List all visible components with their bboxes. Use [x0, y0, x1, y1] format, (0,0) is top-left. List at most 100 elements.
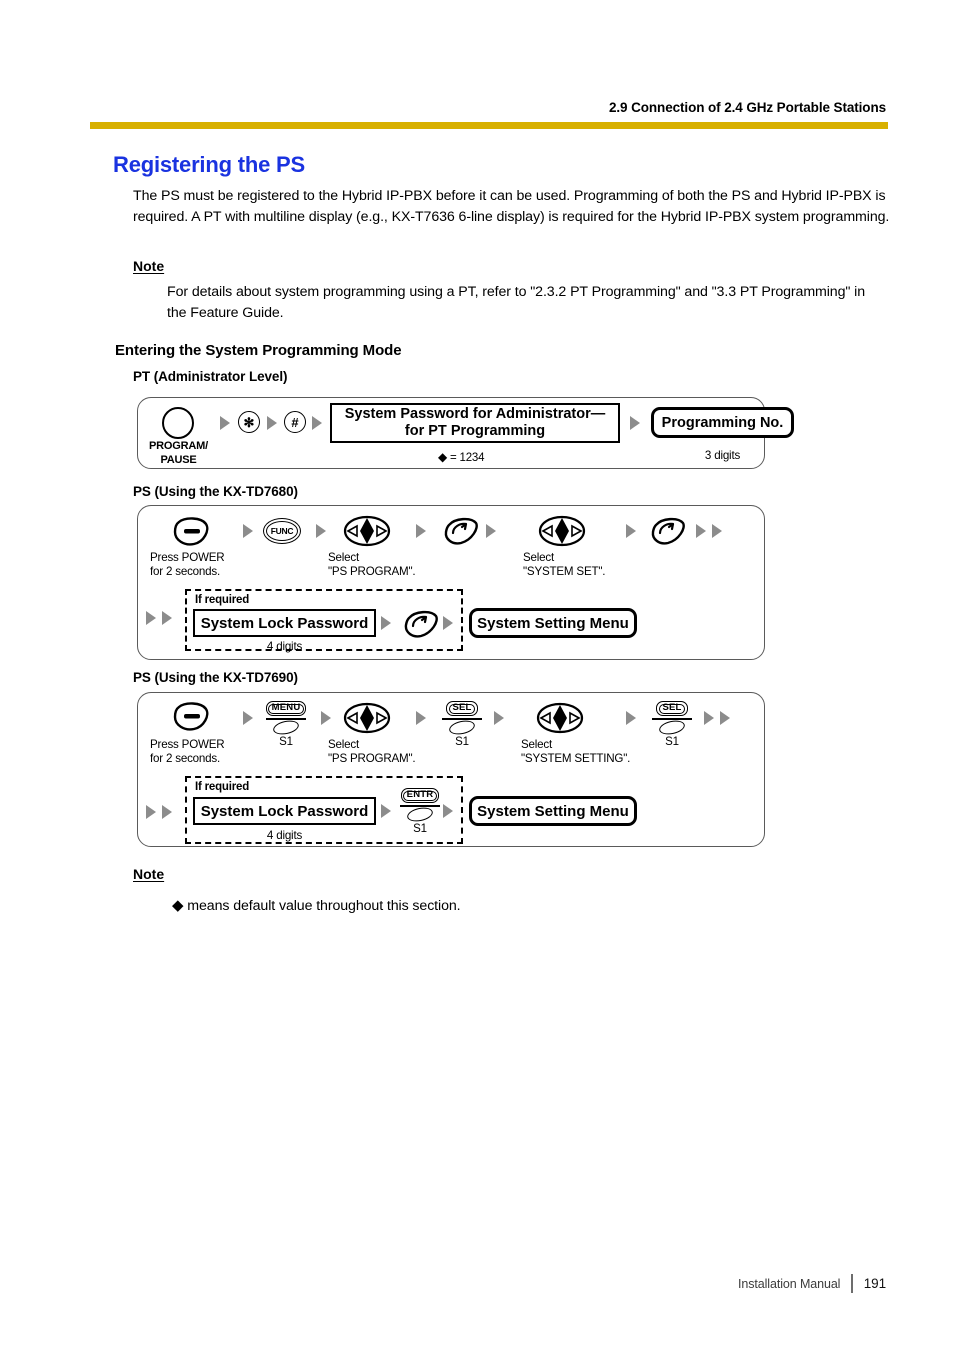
softkey-oval-icon — [271, 718, 301, 737]
flow-arrow-icon — [630, 416, 640, 430]
power-caption-7690: Press POWER for 2 seconds. — [150, 738, 225, 765]
select-system-set-caption: Select "SYSTEM SET". — [523, 551, 606, 578]
system-setting-menu-box-7690: System Setting Menu — [469, 796, 637, 826]
star-key-icon: ✻ — [238, 411, 260, 433]
section-heading: Entering the System Programming Mode — [115, 342, 402, 359]
subheading-pt: PT (Administrator Level) — [133, 369, 288, 384]
softkey-s1-label: S1 — [413, 822, 427, 835]
programming-no-box: Programming No. — [651, 407, 794, 438]
flow-arrow-icon — [704, 711, 714, 725]
select-ps-program-caption-7690: Select "PS PROGRAM". — [328, 738, 416, 765]
menu-softkey-icon: MENU S1 — [260, 697, 312, 748]
note-label-top: Note — [133, 258, 165, 274]
flow-arrow-icon — [381, 616, 391, 630]
sel-softkey-label: SEL — [446, 701, 478, 716]
sel-softkey-icon: SEL S1 — [646, 697, 698, 748]
func-key-icon: FUNC — [263, 518, 301, 544]
diamond-glyph-icon: ◆ — [438, 450, 448, 464]
flow-arrow-icon — [720, 711, 730, 725]
softkey-rule — [652, 718, 692, 720]
system-setting-menu-box-7680: System Setting Menu — [469, 608, 637, 638]
password-default-value: = 1234 — [450, 452, 485, 464]
softkey-oval-icon — [447, 718, 477, 737]
flow-arrow-icon — [220, 416, 230, 430]
flow-arrow-icon — [712, 524, 722, 538]
talk-key-icon — [651, 517, 685, 545]
system-lock-password-box-7680: System Lock Password — [193, 609, 376, 637]
navigator-key-icon — [536, 702, 584, 734]
diagram-pt: PROGRAM/ PAUSE ✻ # System Password for A… — [137, 397, 794, 469]
system-lock-password-caption-7690: 4 digits — [266, 829, 303, 842]
power-key-icon — [173, 702, 209, 731]
softkey-s1-label: S1 — [665, 735, 679, 748]
programming-no-caption: 3 digits — [704, 449, 741, 462]
entr-softkey-label: ENTR — [400, 788, 440, 803]
footer-manual-label: Installation Manual — [738, 1276, 841, 1291]
flow-arrow-icon — [267, 416, 277, 430]
menu-softkey-label: MENU — [265, 701, 307, 716]
power-caption-7680: Press POWER for 2 seconds. — [150, 551, 225, 578]
flow-arrow-icon — [494, 711, 504, 725]
flow-arrow-icon — [321, 711, 331, 725]
subheading-ps7680: PS (Using the KX-TD7680) — [133, 484, 298, 499]
talk-key-icon — [404, 610, 438, 638]
password-entry-box: System Password for Administrator— for P… — [330, 403, 620, 443]
diagram-ps7690: Press POWER for 2 seconds. MENU S1 Selec… — [137, 692, 765, 847]
sel-softkey-label: SEL — [656, 701, 688, 716]
softkey-rule — [400, 805, 440, 807]
flow-arrow-icon — [443, 616, 453, 630]
diamond-glyph-icon: ◆ — [172, 897, 184, 914]
header-rule — [90, 122, 888, 129]
softkey-oval-icon — [405, 805, 435, 824]
flow-arrow-icon — [696, 524, 706, 538]
note-text-bottom: ◆ means default value throughout this se… — [172, 896, 461, 917]
flow-arrow-icon — [316, 524, 326, 538]
program-pause-label: PROGRAM/ PAUSE — [149, 440, 208, 466]
note-bottom-text: means default value throughout this sect… — [187, 898, 461, 914]
intro-paragraph: The PS must be registered to the Hybrid … — [133, 188, 890, 225]
subheading-ps7690: PS (Using the KX-TD7690) — [133, 670, 298, 685]
page-footer: Installation Manual 191 — [738, 1274, 886, 1293]
softkey-rule — [442, 718, 482, 720]
navigator-key-icon — [538, 515, 586, 547]
flow-arrow-icon — [381, 804, 391, 818]
softkey-oval-icon — [657, 718, 687, 737]
document-page: 2.9 Connection of 2.4 GHz Portable Stati… — [0, 0, 954, 1351]
flow-arrow-icon — [486, 524, 496, 538]
flow-arrow-icon — [416, 524, 426, 538]
if-required-label-7680: If required — [195, 594, 250, 606]
flow-arrow-icon — [146, 611, 156, 625]
navigator-key-icon — [343, 515, 391, 547]
flow-arrow-icon — [162, 611, 172, 625]
select-ps-program-caption-7680: Select "PS PROGRAM". — [328, 551, 416, 578]
softkey-s1-label: S1 — [279, 735, 293, 748]
softkey-s1-label: S1 — [455, 735, 469, 748]
flow-arrow-icon — [312, 416, 322, 430]
note-text-top: For details about system programming usi… — [167, 284, 866, 321]
navigator-key-icon — [343, 702, 391, 734]
flow-arrow-icon — [626, 711, 636, 725]
password-default-caption: ◆ = 1234 — [438, 450, 485, 464]
page-header-section: 2.9 Connection of 2.4 GHz Portable Stati… — [609, 100, 886, 115]
flow-arrow-icon — [162, 805, 172, 819]
if-required-label-7690: If required — [195, 781, 250, 793]
footer-divider — [851, 1274, 853, 1293]
talk-key-icon — [444, 517, 478, 545]
footer-page-number: 191 — [863, 1276, 886, 1291]
flow-arrow-icon — [626, 524, 636, 538]
sel-softkey-icon: SEL S1 — [436, 697, 488, 748]
hash-key-icon: # — [284, 411, 306, 433]
flow-arrow-icon — [443, 804, 453, 818]
system-lock-password-caption-7680: 4 digits — [266, 640, 303, 653]
program-pause-button-icon — [162, 407, 194, 439]
flow-arrow-icon — [416, 711, 426, 725]
flow-arrow-icon — [243, 524, 253, 538]
diagram-ps7680: Press POWER for 2 seconds. FUNC Select "… — [137, 505, 765, 660]
power-key-icon — [173, 517, 209, 546]
func-key-label: FUNC — [270, 526, 294, 536]
flow-arrow-icon — [243, 711, 253, 725]
entr-softkey-icon: ENTR S1 — [394, 784, 446, 835]
flow-arrow-icon — [146, 805, 156, 819]
page-title: Registering the PS — [113, 152, 305, 177]
softkey-rule — [266, 718, 306, 720]
